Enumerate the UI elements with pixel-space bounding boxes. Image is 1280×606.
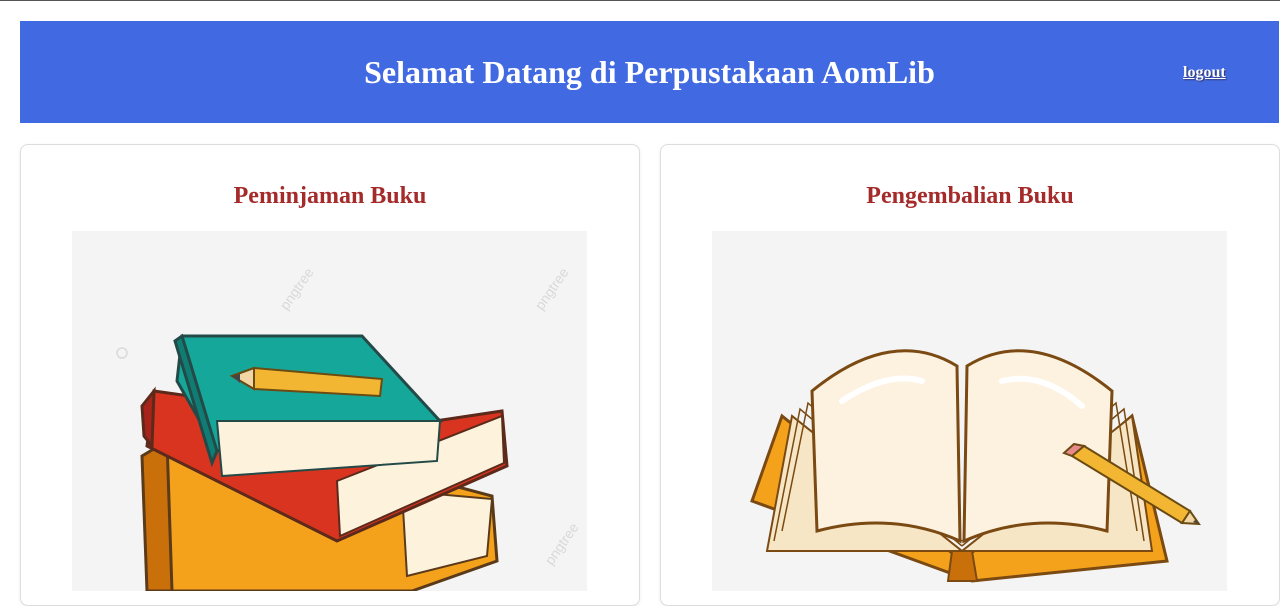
svg-text:pngtree: pngtree xyxy=(276,264,316,312)
card-title-peminjaman: Peminjaman Buku xyxy=(233,183,427,209)
top-divider xyxy=(0,0,1280,1)
logout-link[interactable]: logout xyxy=(1183,64,1226,82)
open-book-illustration xyxy=(712,231,1227,591)
svg-text:pngtree: pngtree xyxy=(541,519,581,567)
page-header: Selamat Datang di Perpustakaan AomLib lo… xyxy=(20,21,1279,123)
svg-text:pngtree: pngtree xyxy=(531,264,571,312)
stacked-books-illustration: pngtree pngtree pngtree xyxy=(72,231,587,591)
page-title: Selamat Datang di Perpustakaan AomLib xyxy=(364,54,935,90)
card-peminjaman-buku[interactable]: Peminjaman Buku pngtree pngtree pngtree xyxy=(20,144,640,606)
stacked-books-icon: pngtree pngtree pngtree xyxy=(116,264,582,591)
card-title-pengembalian: Pengembalian Buku xyxy=(866,183,1074,209)
open-book-icon xyxy=(750,349,1201,583)
card-pengembalian-buku[interactable]: Pengembalian Buku xyxy=(660,144,1280,606)
